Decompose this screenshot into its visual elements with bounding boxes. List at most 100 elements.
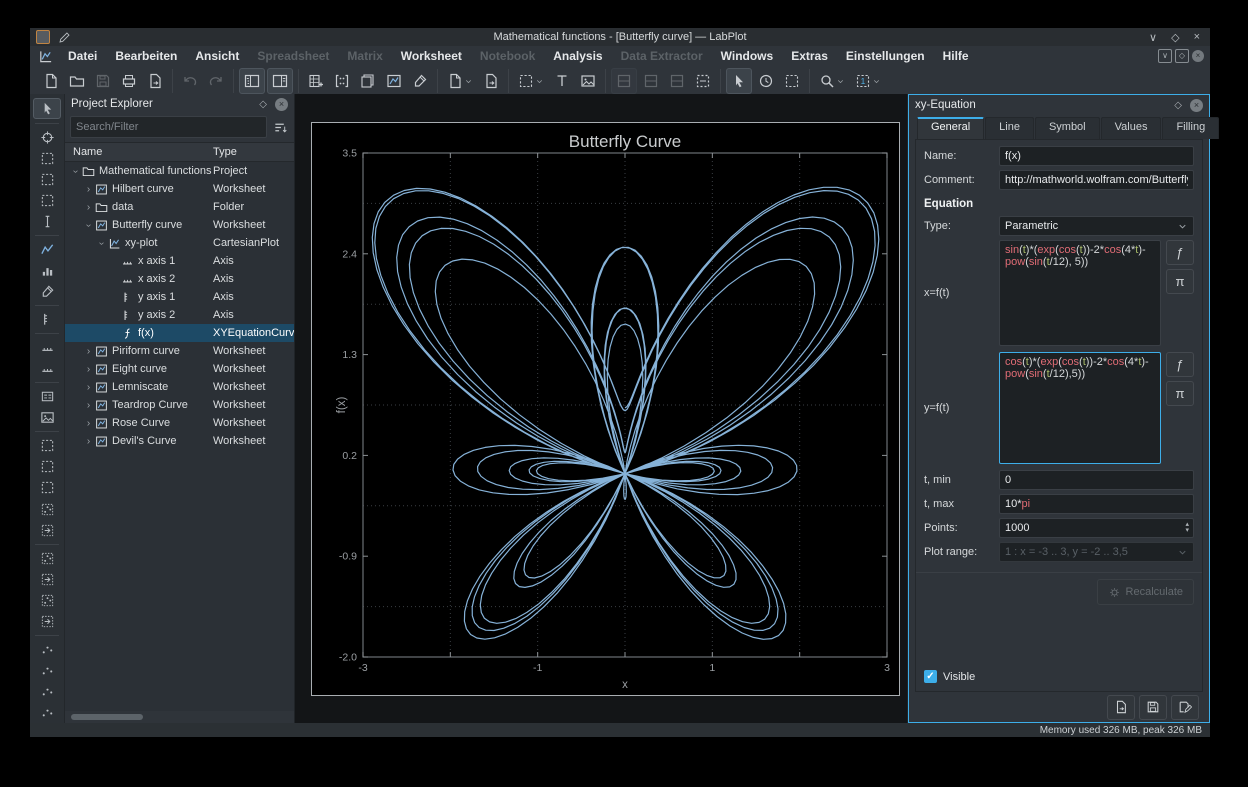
mdi-restore-icon[interactable]: ◇: [1175, 49, 1189, 63]
tree-header[interactable]: Name Type: [65, 142, 294, 162]
comment-field[interactable]: [999, 170, 1194, 190]
new-datapicker-button[interactable]: [408, 69, 432, 93]
expander-icon[interactable]: ›: [83, 220, 94, 231]
mdi-minimize-icon[interactable]: ∨: [1158, 49, 1172, 63]
add-vertical-axis-button[interactable]: [34, 310, 60, 329]
toggle-project-explorer-button[interactable]: [239, 68, 265, 94]
new-workbook-button[interactable]: [356, 69, 380, 93]
tree-row-devil-s-curve[interactable]: › Devil's Curve Worksheet: [65, 432, 294, 450]
name-field[interactable]: [999, 146, 1194, 166]
zoom-in-region-button[interactable]: [34, 436, 60, 455]
fit-selection-button[interactable]: [34, 499, 60, 518]
tree-row-hilbert-curve[interactable]: › Hilbert curve Worksheet: [65, 180, 294, 198]
tab-general[interactable]: General: [917, 117, 985, 139]
menu-hilfe[interactable]: Hilfe: [934, 47, 978, 65]
menu-extras[interactable]: Extras: [782, 47, 837, 65]
zoom-in-x-button[interactable]: [34, 640, 60, 659]
tree-row-piriform-curve[interactable]: › Piriform curve Worksheet: [65, 342, 294, 360]
expander-icon[interactable]: ›: [83, 382, 94, 393]
expander-icon[interactable]: ›: [83, 346, 94, 357]
tree-row-eight-curve[interactable]: › Eight curve Worksheet: [65, 360, 294, 378]
insert-constant-button[interactable]: π: [1166, 381, 1194, 406]
minimize-icon[interactable]: ∨: [1149, 31, 1157, 44]
scale-auto-y-button[interactable]: [34, 591, 60, 610]
shift-y-button[interactable]: [34, 612, 60, 631]
equation-type-select[interactable]: Parametric: [999, 216, 1194, 236]
select-y-region-zoom-button[interactable]: [34, 191, 60, 210]
tree-row-f-x[interactable]: f(x) XYEquationCurve: [65, 324, 294, 342]
expander-icon[interactable]: ›: [83, 202, 94, 213]
zoom-out-y-button[interactable]: [34, 703, 60, 722]
close-icon[interactable]: ×: [1194, 31, 1200, 44]
new-notebook-button[interactable]: [479, 69, 503, 93]
export-button[interactable]: [143, 69, 167, 93]
float-dock-icon[interactable]: ◇: [1174, 100, 1182, 111]
tree-row-lemniscate[interactable]: › Lemniscate Worksheet: [65, 378, 294, 396]
cursor-line-button[interactable]: [34, 212, 60, 231]
tree-row-butterfly-curve[interactable]: › Butterfly curve Worksheet: [65, 216, 294, 234]
float-dock-icon[interactable]: ◇: [259, 99, 267, 110]
column-name[interactable]: Name: [65, 146, 102, 158]
select-region-zoom-button[interactable]: [34, 149, 60, 168]
tab-line[interactable]: Line: [985, 117, 1034, 139]
expander-icon[interactable]: ›: [83, 418, 94, 429]
insert-function-button[interactable]: ƒ: [1166, 352, 1194, 377]
load-function-button[interactable]: [1107, 694, 1135, 720]
save-as-button[interactable]: [1171, 694, 1199, 720]
tree-row-data[interactable]: › data Folder: [65, 198, 294, 216]
add-xy-curve-button[interactable]: [34, 240, 60, 259]
new-matrix-button[interactable]: [330, 69, 354, 93]
tab-symbol[interactable]: Symbol: [1034, 117, 1100, 139]
select-and-edit-button[interactable]: [726, 68, 752, 94]
tree-row-teardrop-curve[interactable]: › Teardrop Curve Worksheet: [65, 396, 294, 414]
tree-row-y-axis-2[interactable]: y axis 2 Axis: [65, 306, 294, 324]
close-dock-icon[interactable]: ×: [275, 97, 288, 111]
add-histogram-button[interactable]: [34, 261, 60, 280]
mdi-close-icon[interactable]: ×: [1192, 50, 1204, 62]
expander-icon[interactable]: ›: [83, 364, 94, 375]
add-horizontal-axis-button[interactable]: [34, 338, 60, 357]
search-input[interactable]: [70, 116, 267, 138]
add-fit-curve-button[interactable]: [34, 282, 60, 301]
open-project-button[interactable]: [65, 69, 89, 93]
add-image-button[interactable]: [576, 69, 600, 93]
shift-x-button[interactable]: [34, 570, 60, 589]
horizontal-scrollbar[interactable]: [69, 713, 290, 721]
filter-options-icon[interactable]: [271, 118, 289, 136]
butterfly-plot[interactable]: Butterfly Curve -3 -1 1 3 3.5 2.4 1.3 0.2 -0.9 -2.…: [312, 123, 899, 695]
save-button[interactable]: [1139, 694, 1167, 720]
menu-analysis[interactable]: Analysis: [544, 47, 611, 65]
tree-row-x-axis-1[interactable]: x axis 1 Axis: [65, 252, 294, 270]
zoom-out-region-button[interactable]: [34, 457, 60, 476]
menu-datei[interactable]: Datei: [59, 47, 106, 65]
visible-checkbox[interactable]: ✓: [924, 670, 937, 683]
x-formula-input[interactable]: sin(t)*(exp(cos(t))-2*cos(4*t)-pow(sin(t…: [999, 240, 1161, 346]
menu-windows[interactable]: Windows: [712, 47, 783, 65]
insert-function-button[interactable]: ƒ: [1166, 240, 1194, 265]
toggle-properties-explorer-button[interactable]: [267, 68, 293, 94]
magnification-button[interactable]: [815, 69, 849, 93]
tab-filling[interactable]: Filling: [1162, 117, 1220, 139]
zoom-fit-worksheet-button[interactable]: [514, 69, 548, 93]
add-axes-button[interactable]: [34, 359, 60, 378]
maximize-icon[interactable]: ◇: [1171, 31, 1179, 44]
tmax-field[interactable]: 10* pi: [999, 494, 1194, 514]
expander-icon[interactable]: ›: [96, 238, 107, 249]
tab-values[interactable]: Values: [1100, 117, 1162, 139]
menu-bearbeiten[interactable]: Bearbeiten: [106, 47, 186, 65]
close-dock-icon[interactable]: ×: [1190, 98, 1203, 112]
select-and-zoom-button[interactable]: [780, 69, 804, 93]
expander-icon[interactable]: ›: [83, 400, 94, 411]
tree-row-mathematical-functions[interactable]: › Mathematical functions Project: [65, 162, 294, 180]
new-spreadsheet-button[interactable]: [304, 69, 328, 93]
tmin-field[interactable]: [999, 470, 1194, 490]
scrollbar-thumb[interactable]: [71, 714, 143, 720]
worksheet-canvas[interactable]: Butterfly Curve -3 -1 1 3 3.5 2.4 1.3 0.2 -0.9 -2.…: [311, 122, 900, 696]
insert-constant-button[interactable]: π: [1166, 269, 1194, 294]
scale-auto-x-button[interactable]: [34, 549, 60, 568]
zoom-out-x-button[interactable]: [34, 661, 60, 680]
add-text-label-button[interactable]: [550, 69, 574, 93]
tree-row-y-axis-1[interactable]: y axis 1 Axis: [65, 288, 294, 306]
butterfly-curve[interactable]: [371, 186, 880, 640]
new-live-data-source-button[interactable]: [443, 69, 477, 93]
